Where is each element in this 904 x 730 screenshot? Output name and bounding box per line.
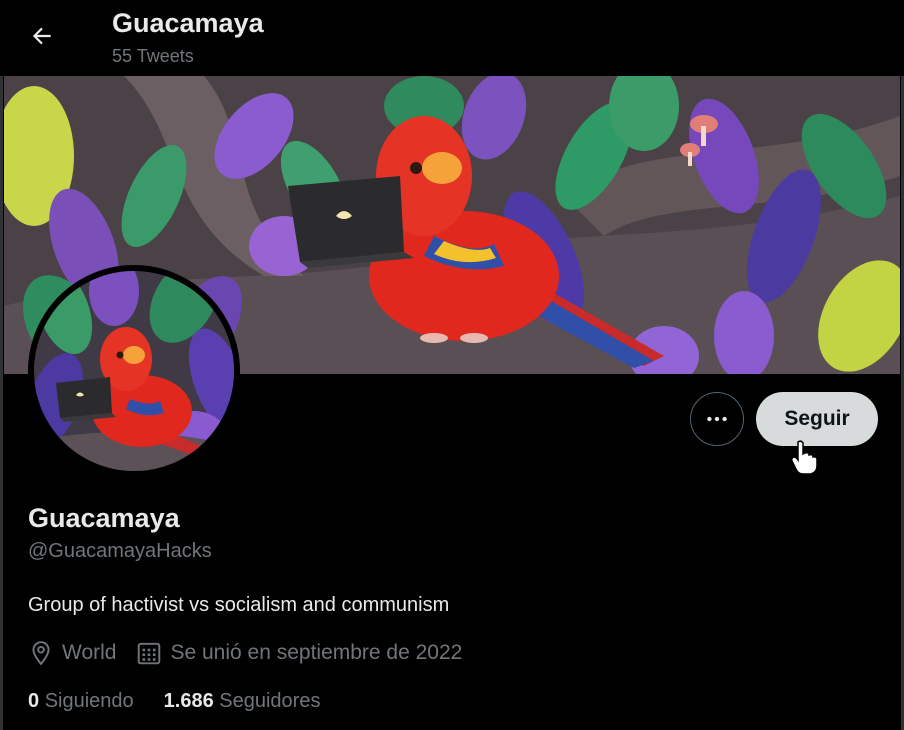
following-count: 0 [28, 690, 40, 712]
hand-pointer-cursor [791, 440, 818, 474]
followers-label: Seguidores [219, 690, 321, 712]
back-button[interactable] [22, 16, 62, 56]
location-text: World [62, 641, 117, 664]
window-frame-left [0, 0, 3, 730]
location-pin-icon [32, 641, 50, 666]
location-item: World [28, 640, 116, 666]
header-title: Guacamaya [112, 8, 264, 38]
followers-link[interactable]: 1.686 Seguidores [164, 690, 321, 713]
profile-handle: @GuacamayaHacks [28, 540, 212, 562]
arrow-left-icon [32, 27, 51, 45]
profile-meta: World Se unió en septiembre de 2022 [28, 640, 482, 666]
followers-count: 1.686 [163, 690, 214, 712]
joined-text: Se unió en septiembre de 2022 [170, 641, 463, 664]
avatar[interactable] [28, 265, 240, 477]
following-label: Siguiendo [44, 690, 134, 712]
more-options-button[interactable] [690, 392, 744, 446]
profile-name: Guacamaya [28, 503, 180, 533]
calendar-icon [138, 642, 161, 665]
more-horizontal-icon [707, 416, 727, 422]
profile-bio: Group of hactivist vs socialism and comm… [28, 594, 450, 616]
profile-stats: 0 Siguiendo 1.686 Seguidores [28, 690, 350, 713]
following-link[interactable]: 0 Siguiendo [28, 690, 134, 713]
follow-button[interactable]: Seguir [756, 392, 878, 446]
tweet-count: 55 Tweets [112, 46, 194, 66]
avatar-illustration [34, 271, 234, 471]
joined-item: Se unió en septiembre de 2022 [136, 640, 462, 666]
profile-header: Guacamaya 55 Tweets [0, 0, 904, 76]
